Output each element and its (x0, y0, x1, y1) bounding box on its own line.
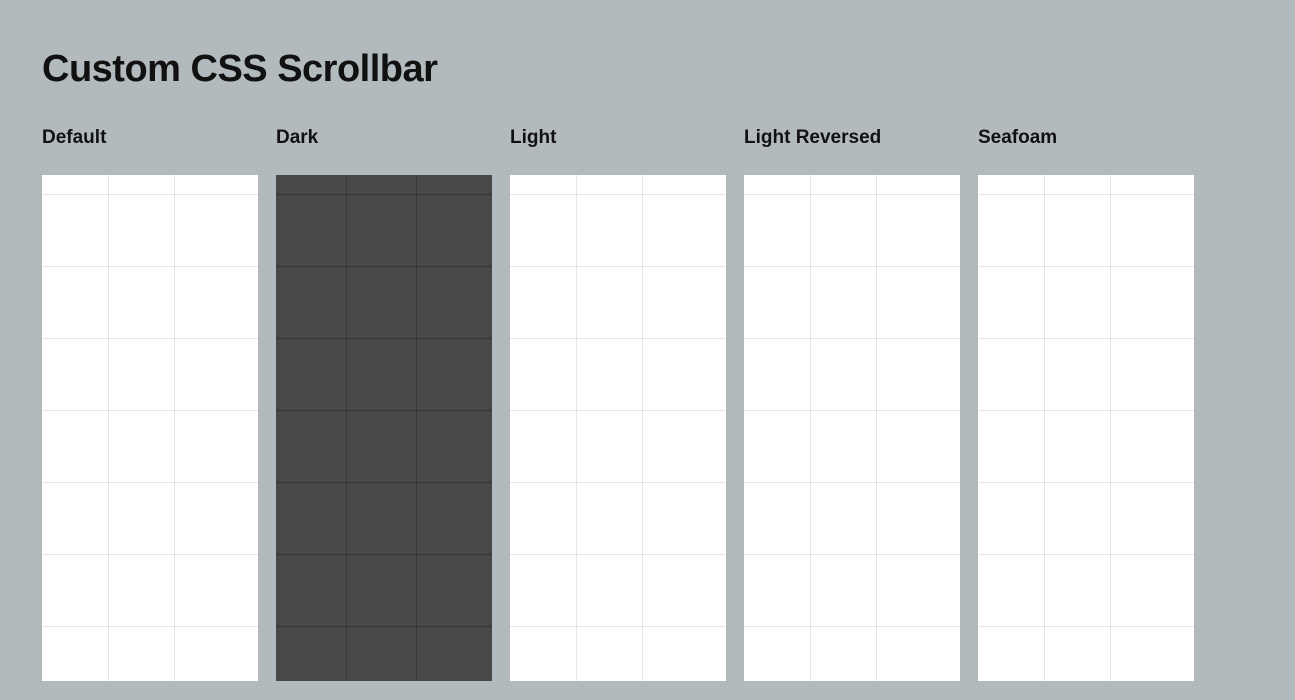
column-label: Light (510, 127, 726, 149)
scroll-content (510, 175, 726, 681)
column-label: Default (42, 127, 258, 149)
column-label: Seafoam (978, 127, 1194, 149)
column-light-reversed: Light Reversed (744, 127, 960, 681)
scroll-content (276, 175, 492, 681)
column-light: Light (510, 127, 726, 681)
scroll-box-light-reversed[interactable] (744, 175, 960, 681)
column-label: Dark (276, 127, 492, 149)
columns-row: Default Dark (42, 127, 1253, 681)
page-root: Custom CSS Scrollbar Default Dark (0, 0, 1295, 681)
scroll-box-default[interactable] (42, 175, 258, 681)
scroll-box-light[interactable] (510, 175, 726, 681)
scroll-box-seafoam[interactable] (978, 175, 1194, 681)
scroll-box-dark[interactable] (276, 175, 492, 681)
scroll-content (978, 175, 1194, 681)
column-default: Default (42, 127, 258, 681)
page-title: Custom CSS Scrollbar (42, 48, 1253, 91)
column-seafoam: Seafoam (978, 127, 1194, 681)
scroll-content (42, 175, 258, 681)
column-label: Light Reversed (744, 127, 960, 149)
column-dark: Dark (276, 127, 492, 681)
scroll-content (744, 175, 960, 681)
